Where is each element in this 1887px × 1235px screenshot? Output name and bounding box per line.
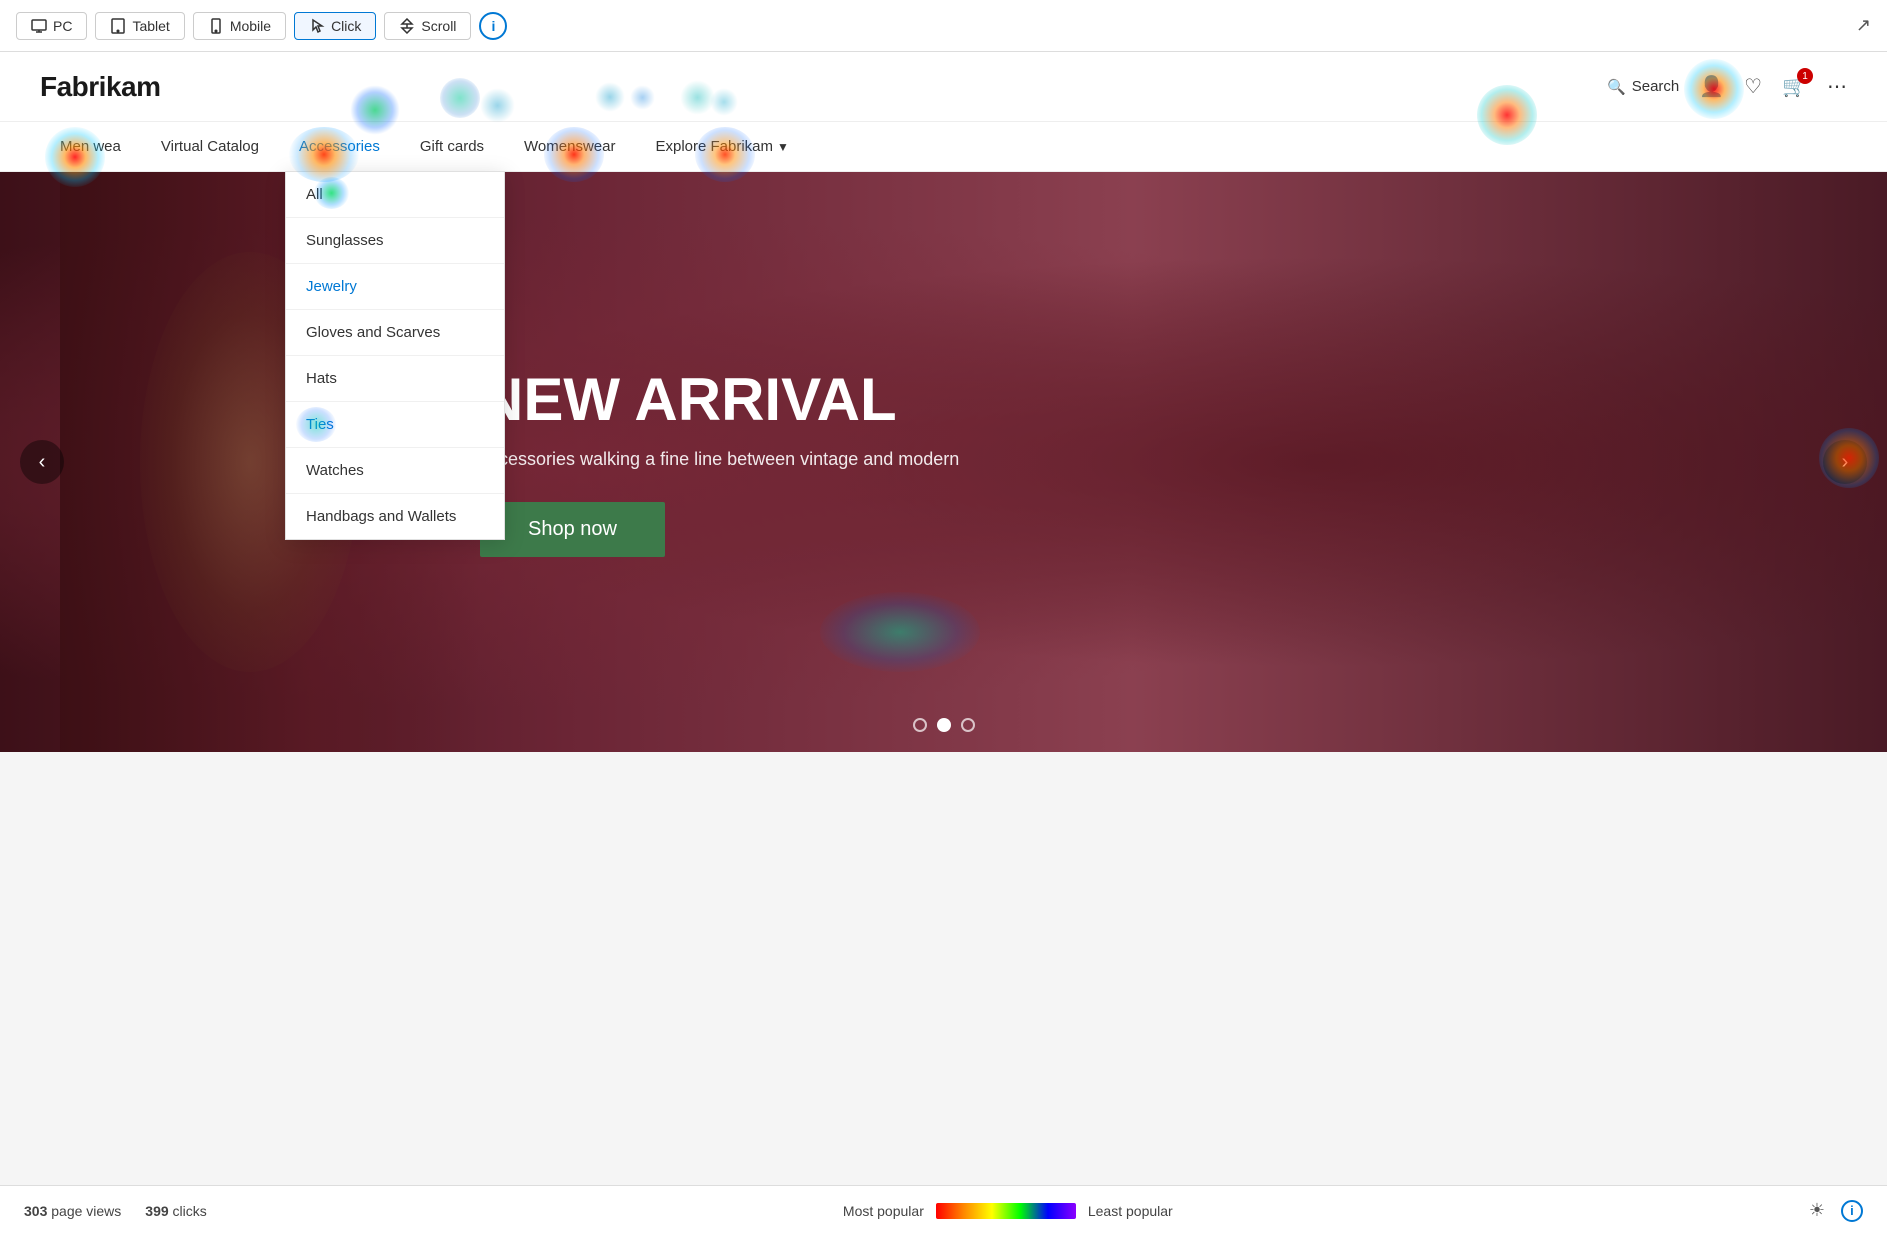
dropdown-item-ties[interactable]: Ties <box>286 402 504 448</box>
clicks-stat: 399 clicks <box>145 1203 206 1219</box>
dropdown-item-hats[interactable]: Hats <box>286 356 504 402</box>
hero-dot-2[interactable] <box>937 718 951 732</box>
click-mode-button[interactable]: Click <box>294 12 376 40</box>
most-popular-label: Most popular <box>843 1203 924 1219</box>
toolbar-right: ↗ <box>1856 15 1871 36</box>
nav-item-womenswear[interactable]: Womenswear <box>504 122 635 171</box>
header-right: 🔍 Search 👤 ♡ 🛒 1 ⋯ <box>1607 74 1847 99</box>
scroll-mode-button[interactable]: Scroll <box>384 12 471 40</box>
shop-now-button[interactable]: Shop now <box>480 502 665 557</box>
dropdown-item-sunglasses[interactable]: Sunglasses <box>286 218 504 264</box>
dropdown-item-handbags[interactable]: Handbags and Wallets <box>286 494 504 539</box>
mobile-icon <box>208 18 224 34</box>
hero-title: NEW ARRIVAL <box>480 367 959 433</box>
status-bar: 303 page views 399 clicks Most popular L… <box>0 1185 1887 1235</box>
tablet-button[interactable]: Tablet <box>95 12 184 40</box>
toolbar: PC Tablet Mobile Click <box>0 0 1887 52</box>
hero-dot-1[interactable] <box>913 718 927 732</box>
hero-section: NEW ARRIVAL accessories walking a fine l… <box>0 172 1887 752</box>
nav-item-accessories[interactable]: Accessories <box>279 122 400 171</box>
hero-content: NEW ARRIVAL accessories walking a fine l… <box>480 367 959 557</box>
search-icon: 🔍 <box>1607 78 1626 96</box>
site-logo: Fabrikam <box>40 71 161 103</box>
least-popular-label: Least popular <box>1088 1203 1173 1219</box>
nav-item-virtual-catalog[interactable]: Virtual Catalog <box>141 122 279 171</box>
nav-item-explore[interactable]: Explore Fabrikam ▼ <box>635 122 808 171</box>
nav-item-gift-cards[interactable]: Gift cards <box>400 122 504 171</box>
accessories-dropdown: All Sunglasses Jewelry Gloves and Scarve… <box>285 171 505 540</box>
status-right: ☀ i <box>1809 1200 1863 1222</box>
hero-dots <box>913 718 975 732</box>
cart-icon[interactable]: 🛒 1 <box>1782 74 1807 99</box>
dropdown-item-gloves-scarves[interactable]: Gloves and Scarves <box>286 310 504 356</box>
scroll-icon <box>399 18 415 34</box>
site-header: Fabrikam 🔍 Search 👤 ♡ 🛒 <box>0 52 1887 122</box>
nav-item-menswear[interactable]: Men wea <box>40 122 141 171</box>
status-legend: Most popular Least popular <box>843 1203 1173 1219</box>
cart-badge: 1 <box>1797 68 1813 84</box>
dropdown-item-all[interactable]: All <box>286 172 504 218</box>
cursor-icon <box>309 18 325 34</box>
info-button[interactable]: i <box>479 12 507 40</box>
site-nav: Men wea Virtual Catalog Accessories Gift… <box>0 122 1887 172</box>
legend-gradient <box>936 1203 1076 1219</box>
pc-icon <box>31 18 47 34</box>
toolbar-left: PC Tablet Mobile Click <box>16 12 507 40</box>
dropdown-item-jewelry[interactable]: Jewelry <box>286 264 504 310</box>
hero-subtitle: accessories walking a fine line between … <box>480 449 959 470</box>
hero-dot-3[interactable] <box>961 718 975 732</box>
dropdown-item-watches[interactable]: Watches <box>286 448 504 494</box>
mobile-button[interactable]: Mobile <box>193 12 286 40</box>
search-link[interactable]: 🔍 Search <box>1607 78 1679 96</box>
hero-prev-button[interactable]: ‹ <box>20 440 64 484</box>
brightness-icon[interactable]: ☀ <box>1809 1200 1825 1221</box>
more-icon[interactable]: ⋯ <box>1827 74 1847 99</box>
status-info-icon[interactable]: i <box>1841 1200 1863 1222</box>
pc-button[interactable]: PC <box>16 12 87 40</box>
share-button[interactable]: ↗ <box>1856 15 1871 36</box>
chevron-down-icon: ▼ <box>777 140 789 154</box>
hero-next-button[interactable]: › <box>1823 440 1867 484</box>
user-icon[interactable]: 👤 <box>1699 74 1724 99</box>
tablet-icon <box>110 18 126 34</box>
status-left: 303 page views 399 clicks <box>24 1203 207 1219</box>
page-views-stat: 303 page views <box>24 1203 121 1219</box>
wishlist-icon[interactable]: ♡ <box>1744 74 1762 99</box>
